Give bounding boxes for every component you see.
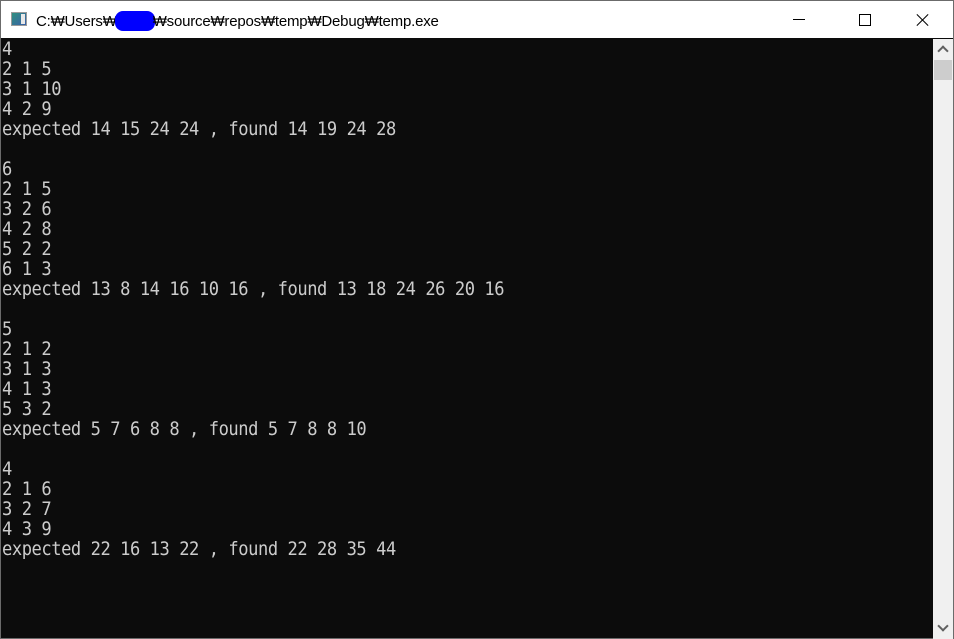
console-output[interactable]: 42 1 53 1 10 4 2 9 expected 14 15 24 24 , … [2,39,933,639]
console-line: 2 1 5 [2,58,52,80]
window-title: C:₩Users₩ ₩source₩repos₩temp₩Debug₩temp.e… [36,11,439,31]
scroll-up-arrow-icon[interactable] [933,39,953,59]
minimize-button[interactable] [776,1,822,38]
redacted-username [114,11,155,31]
console-line: 4 2 8 [2,218,52,240]
console-line: 4 [2,458,12,480]
console-line: expected 13 8 14 16 10 16 , found 13 18 … [2,278,505,300]
scrollbar-thumb[interactable] [934,60,952,80]
console-window: C:₩Users₩ ₩source₩repos₩temp₩Debug₩temp.e… [0,0,954,639]
console-line: 6 [2,158,12,180]
maximize-button[interactable] [841,1,887,38]
console-line: 3 1 10 [2,78,62,100]
console-line: 3 1 3 [2,358,52,380]
title-prefix: C:₩Users₩ [36,13,117,30]
console-line: 3 2 7 [2,498,52,520]
console-line: 5 [2,318,12,340]
console-line: 2 1 2 [2,338,52,360]
console-line: 3 2 6 [2,198,52,220]
console-line: 4 2 9 [2,98,52,120]
console-line: 4 1 3 [2,378,52,400]
title-bar[interactable]: C:₩Users₩ ₩source₩repos₩temp₩Debug₩temp.e… [1,1,953,38]
console-line: 5 3 2 [2,398,52,420]
console-line: 4 3 9 [2,518,52,540]
console-line: expected 14 15 24 24 , found 14 19 24 28 [2,118,396,140]
console-line: 5 2 2 [2,238,52,260]
console-line: 6 1 3 [2,258,52,280]
close-button[interactable] [899,1,945,38]
console-line: expected 22 16 13 22 , found 22 28 35 44 [2,538,396,560]
console-app-icon[interactable] [11,12,27,26]
console-line: expected 5 7 6 8 8 , found 5 7 8 8 10 [2,418,367,440]
vertical-scrollbar[interactable] [933,39,953,639]
title-suffix: ₩source₩repos₩temp₩Debug₩temp.exe [152,13,439,30]
console-line: 2 1 5 [2,178,52,200]
scroll-down-arrow-icon[interactable] [933,619,953,639]
console-line: 2 1 6 [2,478,52,500]
console-line: 4 [2,39,12,60]
